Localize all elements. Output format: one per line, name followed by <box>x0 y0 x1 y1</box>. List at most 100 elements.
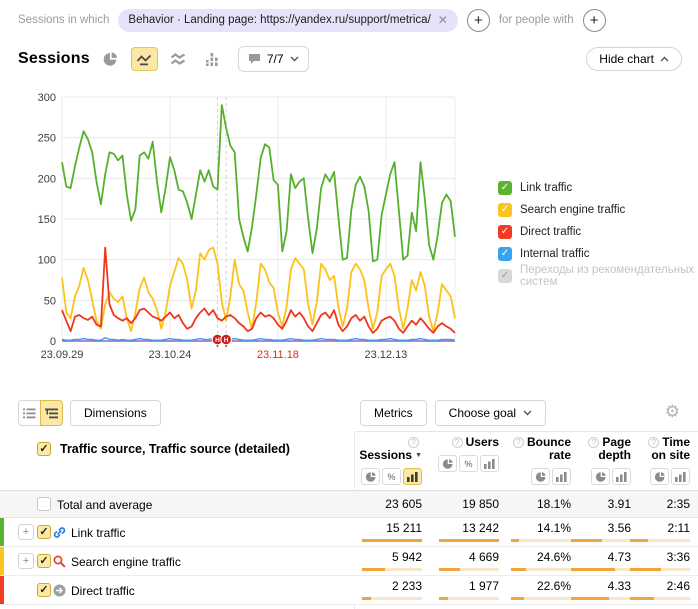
legend-checkbox[interactable]: ✓ <box>498 181 512 195</box>
direct-icon <box>53 584 66 597</box>
annotations-dropdown[interactable]: 7/7 <box>238 46 309 72</box>
tree-view-button[interactable] <box>40 400 63 426</box>
row-metrics: 2 2331 97722.6%4.332:46 <box>355 576 698 604</box>
metric-value: 2:46 <box>667 580 690 593</box>
filter-chip-label: Behavior · Landing page: https://yandex.… <box>128 14 430 26</box>
row-color-stripe <box>0 547 4 575</box>
row-label[interactable]: Total and average <box>57 498 152 512</box>
search-icon <box>53 555 66 568</box>
row-label[interactable]: Direct traffic <box>71 584 135 598</box>
metric-bar <box>362 568 422 571</box>
add-session-condition-button[interactable]: + <box>467 9 490 32</box>
metric-cell: 3.91 <box>573 491 633 517</box>
metric-bar <box>439 568 499 571</box>
holiday-marker[interactable]: Н <box>221 334 232 347</box>
behavior-filter-chip[interactable]: Behavior · Landing page: https://yandex.… <box>118 9 457 32</box>
bars-display-toggle[interactable] <box>480 455 499 472</box>
metrics-header: ?Sessions▼%?Users%?Bounce rate?Page dept… <box>355 436 698 485</box>
pie-display-toggle[interactable] <box>361 468 380 485</box>
line-chart-canvas[interactable]: 05010015020025030023.09.2923.10.2423.11.… <box>0 85 470 370</box>
bars-display-toggle[interactable] <box>552 468 571 485</box>
hide-chart-label: Hide chart <box>599 52 654 66</box>
bars-display-toggle[interactable] <box>403 468 422 485</box>
legend-checkbox[interactable]: ✓ <box>498 247 512 261</box>
metrics-tools: Metrics Choose goal <box>360 400 546 426</box>
chart-header: Sessions <box>18 44 682 74</box>
legend-label: Переходы из рекомендательных систем <box>520 264 698 288</box>
legend-item[interactable]: ✓ Direct traffic <box>498 224 698 240</box>
pie-display-toggle[interactable] <box>531 468 550 485</box>
settings-gear-icon[interactable]: ⚙ <box>665 403 680 420</box>
legend-item[interactable]: ✓ Internal traffic <box>498 246 698 262</box>
legend-item[interactable]: ✓Search engine traffic <box>498 202 698 218</box>
metric-cell: 18.1% <box>501 491 573 517</box>
row-checkbox[interactable]: ✓ <box>37 583 51 597</box>
columns-chart-type-button[interactable] <box>199 47 226 71</box>
choose-goal-button[interactable]: Choose goal <box>435 400 546 426</box>
metrics-button[interactable]: Metrics <box>360 400 427 426</box>
metric-bar <box>511 597 571 600</box>
metric-bar <box>511 568 571 571</box>
expand-row-button[interactable]: + <box>18 524 34 540</box>
expand-row-button[interactable]: + <box>18 553 34 569</box>
percent-display-toggle[interactable]: % <box>382 468 401 485</box>
row-color-stripe <box>0 518 4 546</box>
metrica-report-page: Sessions in which Behavior · Landing pag… <box>0 0 698 609</box>
metric-cell: 5 942 <box>355 547 424 575</box>
row-metrics: 15 21113 24214.1%3.562:11 <box>355 518 698 546</box>
metric-column-label[interactable]: Users <box>466 435 499 449</box>
metric-cell: 14.1% <box>501 518 573 546</box>
metric-help-icon[interactable]: ? <box>513 437 524 448</box>
dimensions-button[interactable]: Dimensions <box>70 400 161 426</box>
legend-checkbox[interactable]: ✓ <box>498 203 512 217</box>
bars-display-toggle[interactable] <box>612 468 631 485</box>
legend-checkbox: ✓ <box>498 269 512 283</box>
metric-column-label[interactable]: Sessions <box>359 448 412 462</box>
add-people-condition-button[interactable]: + <box>583 9 606 32</box>
select-all-checkbox[interactable]: ✓ <box>37 442 51 456</box>
percent-display-toggle[interactable]: % <box>459 455 478 472</box>
table-view-switch <box>18 400 63 426</box>
pie-display-toggle[interactable] <box>438 455 457 472</box>
traffic-source-row: +✓ Link traffic 15 21113 24214.1%3.562:11 <box>0 518 698 547</box>
hide-chart-button[interactable]: Hide chart <box>586 47 682 71</box>
metric-column-label[interactable]: Page depth <box>598 435 631 462</box>
series-3-line <box>62 338 455 341</box>
table-toolbar: Dimensions Metrics Choose goal ⚙ <box>0 398 698 431</box>
pie-chart-type-button[interactable] <box>97 47 124 71</box>
traffic-source-table: Total and average23 60519 85018.1%3.912:… <box>0 490 698 605</box>
metric-value: 14.1% <box>537 522 571 535</box>
traffic-source-row: +✓ Search engine traffic 5 9424 66924.6%4.… <box>0 547 698 576</box>
pie-display-toggle[interactable] <box>591 468 610 485</box>
metric-column-label[interactable]: Bounce rate <box>527 435 571 462</box>
flat-list-view-button[interactable] <box>18 400 41 426</box>
remove-filter-icon[interactable]: ✕ <box>438 14 448 26</box>
row-checkbox[interactable]: ✓ <box>37 554 51 568</box>
legend-item[interactable]: ✓Link traffic <box>498 180 698 196</box>
metric-value: 2:11 <box>668 522 690 535</box>
legend-label: Direct traffic <box>520 226 581 238</box>
dimensions-label: Dimensions <box>84 406 147 420</box>
metric-help-icon[interactable]: ? <box>648 437 659 448</box>
row-label[interactable]: Search engine traffic <box>71 555 181 569</box>
bars-display-toggle[interactable] <box>671 468 690 485</box>
metric-cell: 1 977 <box>424 576 501 604</box>
chart-legend: ✓Link traffic✓Search engine traffic✓Dire… <box>498 180 698 284</box>
svg-text:50: 50 <box>44 295 56 307</box>
metric-help-icon[interactable]: ? <box>588 437 599 448</box>
metric-value: 4.33 <box>608 580 631 593</box>
metric-help-icon[interactable]: ? <box>452 437 463 448</box>
legend-checkbox[interactable]: ✓ <box>498 225 512 239</box>
row-checkbox[interactable]: ✓ <box>37 525 51 539</box>
metric-help-icon[interactable]: ? <box>408 437 419 448</box>
line-chart-icon <box>136 53 152 66</box>
legend-label: Internal traffic <box>520 248 589 260</box>
metric-column-header: ?Page depth <box>573 436 633 485</box>
metric-value: 23 605 <box>385 498 422 511</box>
line-chart-type-button[interactable] <box>131 47 158 71</box>
row-metrics: 5 9424 66924.6%4.733:36 <box>355 547 698 575</box>
row-checkbox[interactable] <box>37 497 51 511</box>
stacked-chart-type-button[interactable] <box>165 47 192 71</box>
row-label[interactable]: Link traffic <box>71 526 125 540</box>
pie-display-toggle[interactable] <box>650 468 669 485</box>
